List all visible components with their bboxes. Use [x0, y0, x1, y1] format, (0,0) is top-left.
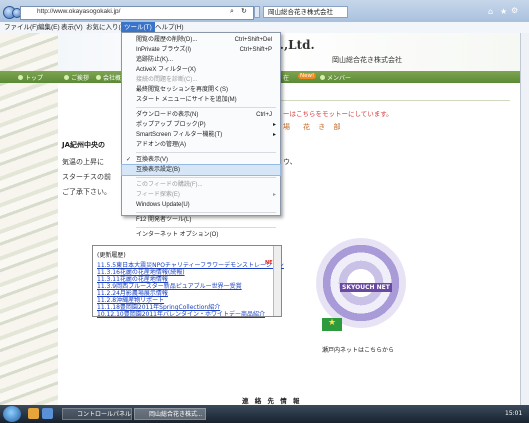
menu-item-label: ポップアップ ブロック(P) [136, 122, 206, 128]
nav-location[interactable]: 在 [283, 73, 289, 82]
contact-heading: 連 絡 先 情 報 [242, 397, 302, 405]
menu-item-label: 互換表示設定(B) [136, 167, 180, 173]
badge-caption[interactable]: 瀬戸内ネットはこちらから [322, 345, 394, 354]
tools-menu-item[interactable]: ActiveX フィルター(X) [122, 65, 280, 75]
task-browser[interactable]: 岡山総合花き株式... [134, 408, 206, 420]
body-line-1-tail: ウ、 [283, 158, 297, 166]
nav-members[interactable]: メンバー [320, 73, 351, 82]
menu-item-label: このフィードの購読(F)... [136, 182, 203, 188]
refresh-icon[interactable]: ↻ [241, 7, 247, 15]
department-text: 場 花 き 部 [283, 123, 344, 131]
menu-separator [136, 212, 276, 213]
news-item[interactable]: 10.12.10豊岡園2011年バレンタイン・ホワイトデー商品紹介 [97, 309, 265, 318]
favorites-icon[interactable]: ★ [500, 7, 507, 16]
menu-item-label: F12 開発者ツール(L) [136, 217, 192, 223]
body-line-3: ご了承下さい。 [62, 188, 111, 196]
search-icon[interactable]: ⌕ [230, 7, 234, 16]
tools-menu-item: このフィードの購読(F)... [122, 180, 280, 190]
body-line-2: スターチスの前 [62, 173, 111, 181]
menu-item-label: Windows Update(U) [136, 202, 190, 208]
menu-item-shortcut: Ctrl+J [256, 112, 272, 118]
home-icon[interactable]: ⌂ [488, 7, 493, 16]
news-box: (更新履歴) 11.5.5東日本大震災NPOチャリティーフラワーデモンストレーシ… [92, 245, 284, 318]
ja-heading: JA紀州中央の [62, 141, 106, 149]
menu-item-label: InPrivate ブラウズ(I) [136, 47, 192, 53]
menu-item-label: 接続の問題を診断(C)... [136, 77, 198, 83]
menu-separator [136, 227, 276, 228]
tools-menu-item: フィード探索(E) ▸ [122, 190, 280, 200]
news-scrollbar[interactable] [273, 246, 281, 316]
menu-separator [136, 152, 276, 153]
menu-item-label: スタート メニューにサイトを追加(M) [136, 97, 237, 103]
tools-menu-item[interactable]: F12 開発者ツール(L) [122, 215, 280, 225]
tools-menu-item[interactable]: InPrivate ブラウズ(I) Ctrl+Shift+P [122, 45, 280, 55]
page-scrollbar[interactable] [520, 33, 529, 405]
address-bar[interactable]: http://www.okayasogokaki.jp/ [20, 6, 254, 20]
tools-menu-item: 接続の問題を診断(C)... [122, 75, 280, 85]
company-name: 岡山総合花き株式会社 [332, 56, 402, 64]
news-header: (更新履歴) [97, 252, 126, 259]
tools-menu-item[interactable]: 互換表示(V) ✓ [122, 155, 280, 165]
menu-item-label: 閲覧の履歴の削除(D)... [136, 37, 198, 43]
menu-item-label: フィード探索(E) [136, 192, 180, 198]
tools-menu-item[interactable]: アドオンの管理(A) [122, 140, 280, 150]
new-badge: New! [298, 73, 317, 79]
badge-label: SKYOUCH NET [340, 283, 392, 292]
menu-item-label: 最終閲覧セッションを再度開く(S) [136, 87, 228, 93]
tools-menu-item[interactable]: インターネット オプション(O) [122, 230, 280, 240]
menu-item-label: SmartScreen フィルター機能(T) [136, 132, 223, 138]
tools-menu-item[interactable]: 互換表示設定(B) [121, 164, 281, 176]
tools-menu-item[interactable]: SmartScreen フィルター機能(T) ▸ [122, 130, 280, 140]
tools-dropdown-menu: 閲覧の履歴の削除(D)... Ctrl+Shift+Del InPrivate ブラ… [121, 32, 281, 238]
url-text: http://www.okayasogokaki.jp/ [37, 8, 121, 15]
browser-tab[interactable]: 岡山総合花き株式会社 [263, 6, 348, 18]
menu-item-label: 互換表示(V) [136, 157, 168, 163]
tools-menu-item[interactable]: 追跡防止(K)... [122, 55, 280, 65]
menu-item-label: アドオンの管理(A) [136, 142, 186, 148]
motto-text: ーはこちらをモットーにしています。 [283, 110, 393, 118]
favicon-tab[interactable] [254, 6, 260, 18]
menu-separator [136, 177, 276, 178]
body-line-1: 気温の上昇に [62, 158, 104, 166]
submenu-arrow-icon: ▸ [272, 122, 276, 128]
menu-item-label: 追跡防止(K)... [136, 57, 173, 63]
start-button-icon[interactable] [3, 406, 21, 422]
nav-greeting[interactable]: ご挨拶 [64, 73, 89, 82]
tools-menu-item[interactable]: ポップアップ ブロック(P) ▸ [122, 120, 280, 130]
tools-menu-item[interactable]: 閲覧の履歴の削除(D)... Ctrl+Shift+Del [122, 35, 280, 45]
checkmark-icon: ✓ [126, 157, 132, 163]
star-icon: ★ [328, 318, 337, 328]
tools-menu-item[interactable]: 最終閲覧セッションを再度開く(S) [122, 85, 280, 95]
flower-border-image [0, 33, 58, 405]
ie-launch-icon[interactable] [28, 408, 39, 419]
submenu-arrow-icon: ▸ [272, 132, 276, 138]
clock: 15:01 [505, 410, 523, 417]
tools-menu-item[interactable]: Windows Update(U) [122, 200, 280, 210]
menu-item-label: ダウンロードの表示(N) [136, 112, 199, 118]
menu-item-shortcut: Ctrl+Shift+Del [234, 37, 272, 43]
tools-menu-item[interactable]: スタート メニューにサイトを追加(M) [122, 95, 280, 105]
nav-top[interactable]: トップ [18, 73, 43, 82]
menu-item-shortcut: Ctrl+Shift+P [239, 47, 272, 53]
menu-view[interactable]: 表示(V) [58, 22, 86, 33]
menu-separator [136, 107, 276, 108]
explorer-launch-icon[interactable] [42, 408, 53, 419]
menu-item-label: インターネット オプション(O) [136, 232, 219, 238]
menu-item-label: ActiveX フィルター(X) [136, 67, 196, 73]
tools-gear-icon[interactable]: ⚙ [511, 6, 518, 15]
task-control-panel[interactable]: コントロールパネル [62, 408, 132, 420]
tools-menu-item[interactable]: ダウンロードの表示(N) Ctrl+J [122, 110, 280, 120]
submenu-arrow-icon: ▸ [272, 192, 276, 198]
